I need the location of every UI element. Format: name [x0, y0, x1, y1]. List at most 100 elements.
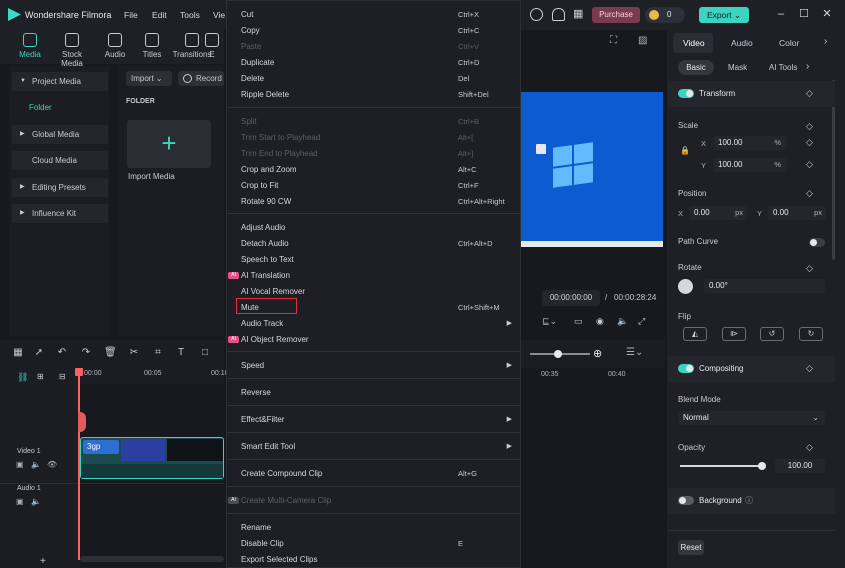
help-icon[interactable]: ⓘ: [745, 495, 753, 506]
record-button[interactable]: Record: [178, 71, 224, 86]
sidebar-item-editing-presets[interactable]: ▶ Editing Presets: [12, 178, 108, 197]
sidebar-item-project-media[interactable]: ▼ Project Media: [12, 72, 108, 91]
position-y-input[interactable]: 0.00 px: [768, 206, 826, 220]
menu-item-duplicate[interactable]: Duplicate Ctrl+D: [241, 56, 506, 69]
zoom-slider-handle[interactable]: [554, 350, 562, 358]
menu-item-crop-and-zoom[interactable]: Crop and Zoom Alt+C: [241, 163, 506, 176]
playhead-marker[interactable]: [78, 412, 86, 432]
import-media-tile[interactable]: +: [127, 120, 211, 168]
menu-item-delete[interactable]: Delete Del: [241, 72, 506, 85]
panel-scrollbar[interactable]: [832, 80, 835, 260]
add-icon[interactable]: +: [40, 556, 46, 567]
speaker-icon[interactable]: 🔈: [31, 497, 41, 506]
crop-icon[interactable]: ⌗: [152, 347, 164, 359]
sidebar-item-folder[interactable]: Folder: [29, 103, 52, 112]
grid-icon[interactable]: ▦: [573, 8, 586, 21]
menu-item-detach-audio[interactable]: Detach Audio Ctrl+Alt+D: [241, 237, 506, 250]
menu-file[interactable]: File: [124, 10, 138, 20]
toolbar-effects[interactable]: E: [200, 33, 224, 59]
export-button[interactable]: Export ⌄: [699, 7, 749, 23]
chevron-right-icon[interactable]: ›: [824, 36, 827, 47]
maximize-icon[interactable]: ☐: [797, 7, 811, 21]
menu-view[interactable]: Vie: [213, 10, 225, 20]
tab-audio[interactable]: Audio: [731, 38, 753, 48]
headset-icon[interactable]: [552, 8, 565, 21]
link-icon[interactable]: ⛓: [17, 372, 28, 383]
keyframe-diamond-icon[interactable]: ◇: [806, 363, 813, 374]
minimize-icon[interactable]: –: [774, 7, 788, 21]
marquee-icon[interactable]: □: [199, 347, 211, 359]
opacity-input[interactable]: 100.00: [775, 459, 825, 473]
transform-toggle[interactable]: [678, 89, 694, 98]
path-curve-toggle[interactable]: [809, 238, 825, 247]
menu-item-disable-clip[interactable]: Disable Clip E: [241, 537, 506, 550]
volume-icon[interactable]: 🔈: [617, 316, 628, 327]
menu-item-rename[interactable]: Rename: [241, 521, 506, 534]
menu-item-ai-object-remover[interactable]: AI AI Object Remover: [228, 333, 506, 346]
subtab-basic[interactable]: Basic: [678, 60, 714, 75]
menu-item-rotate-90[interactable]: Rotate 90 CW Ctrl+Alt+Right: [241, 195, 506, 208]
rotate-input[interactable]: 0.00°: [704, 279, 825, 293]
cut-icon[interactable]: ✂: [128, 347, 140, 359]
menu-item-speed[interactable]: Speed ▶: [241, 359, 512, 372]
flip-horizontal-icon[interactable]: ◭: [683, 327, 707, 341]
menu-edit[interactable]: Edit: [152, 10, 167, 20]
toolbar-titles[interactable]: Titles: [130, 33, 174, 59]
position-x-input[interactable]: 0.00 px: [689, 206, 747, 220]
undo-icon[interactable]: ↶: [56, 347, 68, 359]
opacity-slider[interactable]: [680, 465, 762, 467]
rotate-right-icon[interactable]: ↻: [799, 327, 823, 341]
video-clip[interactable]: 3gp: [80, 437, 224, 479]
menu-item-smart-edit-tool[interactable]: Smart Edit Tool ▶: [241, 440, 512, 453]
sidebar-item-cloud-media[interactable]: Cloud Media: [12, 151, 108, 170]
menu-item-ai-translation[interactable]: AI AI Translation: [228, 269, 506, 282]
grid-view-icon[interactable]: ▦: [12, 347, 24, 359]
tab-video[interactable]: Video: [683, 38, 705, 48]
purchase-button[interactable]: Purchase: [592, 7, 640, 23]
sidebar-item-global-media[interactable]: ▶ Global Media: [12, 125, 108, 144]
text-icon[interactable]: T: [175, 347, 187, 359]
fullscreen-icon[interactable]: ⛶: [610, 35, 617, 46]
menu-item-compound-clip[interactable]: Create Compound Clip Alt+G: [241, 467, 506, 480]
marker-icon[interactable]: ⊑⌄: [542, 316, 557, 327]
credits-badge[interactable]: 0: [645, 7, 685, 23]
select-tool-icon[interactable]: ➚: [33, 347, 45, 359]
keyframe-diamond-icon[interactable]: ◇: [806, 88, 813, 99]
subtab-ai-tools[interactable]: AI Tools: [769, 63, 797, 72]
menu-item-crop-to-fit[interactable]: Crop to Fit Ctrl+F: [241, 179, 506, 192]
lock-icon[interactable]: 🔒: [680, 146, 690, 155]
chevron-right-icon[interactable]: ›: [806, 61, 809, 72]
folder-icon[interactable]: ▣: [16, 460, 24, 469]
menu-item-reverse[interactable]: Reverse: [241, 386, 506, 399]
monitor-icon[interactable]: ▭: [574, 316, 583, 327]
layout-icon[interactable]: ☰⌄: [626, 347, 643, 358]
speaker-icon[interactable]: 🔈: [31, 460, 41, 469]
compositing-toggle[interactable]: [678, 364, 694, 373]
toolbar-media[interactable]: Media: [8, 33, 52, 59]
close-icon[interactable]: ✕: [820, 7, 834, 21]
folder-icon[interactable]: ▣: [16, 497, 24, 506]
menu-tools[interactable]: Tools: [180, 10, 200, 20]
playhead-line[interactable]: [78, 368, 80, 560]
sidebar-item-influence-kit[interactable]: ▶ Influence Kit: [12, 204, 108, 223]
eye-icon[interactable]: 👁: [47, 460, 57, 469]
cloud-icon[interactable]: [530, 8, 543, 21]
menu-item-ai-vocal-remover[interactable]: AI Vocal Remover: [241, 285, 506, 298]
add-track-icon[interactable]: ⊞: [37, 372, 44, 381]
menu-item-adjust-audio[interactable]: Adjust Audio: [241, 221, 506, 234]
expand-icon[interactable]: ⤢: [638, 316, 645, 327]
menu-item-audio-track[interactable]: Audio Track ▶: [241, 317, 512, 330]
flip-vertical-icon[interactable]: ⧐: [722, 327, 746, 341]
blend-mode-select[interactable]: Normal ⌄: [678, 411, 825, 425]
reset-button[interactable]: Reset: [678, 540, 704, 555]
menu-item-cut[interactable]: Cut Ctrl+X: [241, 8, 506, 21]
keyframe-diamond-icon[interactable]: ◇: [806, 188, 813, 199]
keyframe-diamond-icon[interactable]: ◇: [806, 263, 813, 274]
snapshot-icon[interactable]: ▨: [638, 35, 647, 46]
keyframe-diamond-icon[interactable]: ◇: [806, 159, 813, 170]
scale-y-input[interactable]: 100.00%: [713, 158, 787, 172]
keyframe-diamond-icon[interactable]: ◇: [806, 137, 813, 148]
zoom-in-icon[interactable]: ⊕: [593, 347, 602, 360]
rotate-left-icon[interactable]: ↺: [760, 327, 784, 341]
menu-item-copy[interactable]: Copy Ctrl+C: [241, 24, 506, 37]
